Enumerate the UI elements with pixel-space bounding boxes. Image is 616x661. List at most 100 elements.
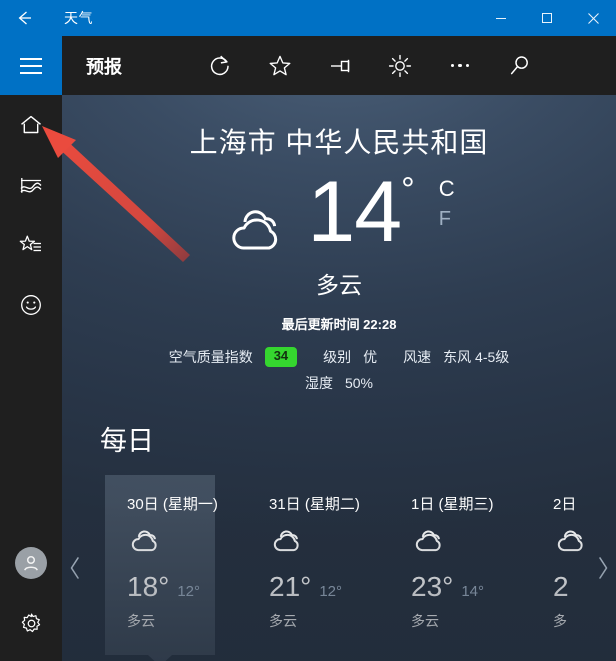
star-list-icon — [19, 235, 41, 252]
hamburger-icon — [20, 57, 42, 74]
close-button[interactable] — [570, 0, 616, 36]
unit-fahrenheit[interactable]: F — [439, 205, 455, 234]
cloudy-icon — [273, 530, 299, 552]
temperature-value: 14 — [307, 164, 402, 260]
unit-toggle[interactable]: C F — [439, 173, 455, 234]
detail-row-secondary: 湿度 50% — [62, 373, 616, 393]
wind-value: 东风 4-5级 — [443, 349, 510, 365]
forecast-day-label: 31日 (星期二) — [269, 496, 360, 513]
forecast-temps: 2 — [553, 571, 590, 603]
forecast-weather-icon — [269, 526, 357, 561]
minimize-button[interactable] — [478, 0, 524, 36]
forecast-high: 18° — [127, 571, 170, 602]
add-favorite-button[interactable] — [250, 36, 310, 95]
forecast-high: 2 — [553, 571, 569, 602]
star-icon — [269, 55, 291, 75]
forecast-low: 12° — [177, 583, 201, 600]
aqi-badge: 34 — [264, 347, 298, 367]
change-background-button[interactable] — [370, 36, 430, 95]
person-icon — [24, 555, 38, 571]
forecast-card[interactable]: 30日 (星期一) 18° 12° 多云 — [105, 475, 218, 655]
location-title: 上海市 中华人民共和国 — [189, 127, 489, 158]
close-icon — [587, 12, 599, 24]
forecast-temps: 21° 12° — [269, 571, 357, 603]
forecast-weather-icon — [553, 526, 590, 561]
pin-icon — [331, 59, 350, 72]
app-toolbar: 预报 — [62, 36, 616, 95]
wind-label: 风速 — [403, 349, 432, 365]
forecast-condition: 多云 — [127, 613, 155, 629]
cloudy-icon — [557, 530, 583, 552]
smiley-icon — [21, 295, 41, 315]
chevron-left-icon — [70, 557, 79, 579]
chevron-right-icon — [599, 557, 608, 579]
forecast-low: 12° — [319, 583, 343, 600]
more-options-button[interactable] — [430, 36, 490, 95]
forecast-high: 23° — [411, 571, 454, 602]
degree-symbol: ° — [401, 171, 415, 209]
forecast-prev-button[interactable] — [62, 475, 88, 661]
refresh-icon — [210, 55, 229, 75]
humidity-label: 湿度 — [304, 375, 333, 391]
left-navigation-rail — [0, 95, 62, 661]
window-title: 天气 — [64, 10, 93, 26]
forecast-day-label: 2日 — [553, 496, 577, 513]
temperature-display: 14 ° — [307, 169, 414, 255]
current-condition-text: 多云 — [316, 272, 362, 298]
unit-celsius[interactable]: C — [439, 173, 455, 205]
forecast-condition: 多云 — [269, 613, 297, 629]
sidebar-item-home[interactable] — [0, 95, 62, 155]
chart-icon — [20, 178, 42, 193]
last-updated-text: 最后更新时间 22:28 — [281, 317, 397, 332]
search-button[interactable] — [490, 36, 550, 95]
aqi-label: 空气质量指数 — [168, 349, 253, 365]
back-button[interactable] — [0, 0, 48, 36]
search-icon — [510, 55, 528, 74]
sidebar-item-account[interactable] — [0, 533, 62, 593]
back-arrow-icon — [18, 11, 31, 25]
weather-app-window: 天气 预报 上海市 中华人民共和国 14 ° C F 多云 最后更新时间 22:… — [0, 0, 616, 661]
forecast-day-label: 30日 (星期一) — [127, 496, 218, 513]
cloudy-icon — [232, 210, 278, 250]
aqi-level-label: 级别 — [323, 349, 352, 365]
daily-section-title: 每日 — [100, 426, 154, 456]
forecast-condition: 多 — [553, 613, 567, 629]
cloudy-icon — [415, 530, 441, 552]
forecast-card[interactable]: 31日 (星期二) 21° 12° 多云 — [247, 475, 360, 655]
forecast-condition: 多云 — [411, 613, 439, 629]
navigation-menu-button[interactable] — [0, 36, 62, 95]
current-conditions: 14 ° C F — [62, 169, 616, 264]
forecast-temps: 18° 12° — [127, 571, 215, 603]
cloudy-icon — [131, 530, 157, 552]
sidebar-item-favorites[interactable] — [0, 215, 62, 275]
forecast-weather-icon — [127, 526, 215, 561]
sidebar-item-settings[interactable] — [0, 593, 62, 653]
aqi-level-value: 优 — [363, 349, 378, 365]
humidity-value: 50% — [344, 375, 374, 391]
minimize-icon — [496, 18, 506, 19]
ellipsis-icon — [450, 63, 470, 68]
weather-content: 上海市 中华人民共和国 14 ° C F 多云 最后更新时间 22:28 空气质… — [62, 95, 616, 661]
forecast-temps: 23° 14° — [411, 571, 499, 603]
forecast-weather-icon — [411, 526, 499, 561]
maximize-icon — [542, 13, 552, 23]
forecast-card[interactable]: 1日 (星期三) 23° 14° 多云 — [389, 475, 499, 655]
forecast-card[interactable]: 2日 2 多 — [531, 475, 590, 655]
maximize-button[interactable] — [524, 0, 570, 36]
sun-icon — [388, 54, 412, 77]
forecast-high: 21° — [269, 571, 312, 602]
current-weather-icon — [223, 203, 297, 264]
sidebar-item-historical-weather[interactable] — [0, 155, 62, 215]
gear-icon — [21, 612, 40, 632]
forecast-next-button[interactable] — [590, 475, 616, 661]
toolbar-title: 预报 — [86, 56, 122, 77]
account-avatar-icon — [15, 547, 47, 579]
detail-row-primary: 空气质量指数 34 级别 优 风速 东风 4-5级 — [62, 347, 616, 367]
sidebar-item-feedback[interactable] — [0, 275, 62, 335]
pin-to-start-button[interactable] — [310, 36, 370, 95]
forecast-low: 14° — [461, 583, 485, 600]
forecast-day-label: 1日 (星期三) — [411, 496, 494, 513]
home-icon — [21, 115, 41, 134]
refresh-button[interactable] — [190, 36, 250, 95]
title-bar: 天气 — [0, 0, 616, 36]
